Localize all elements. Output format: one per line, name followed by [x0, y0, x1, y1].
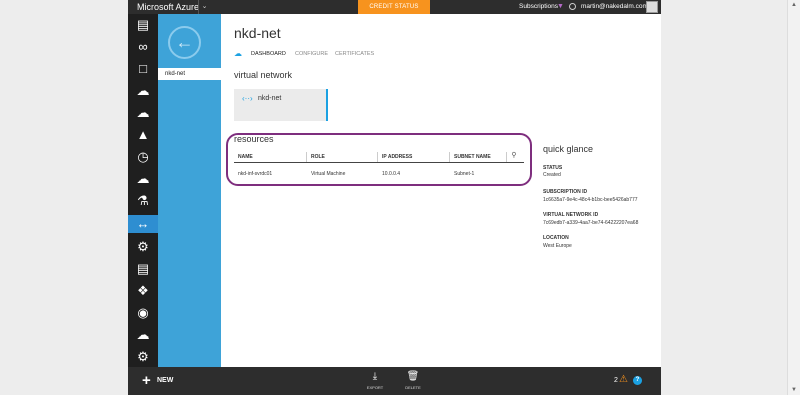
tab-certificates[interactable]: CERTIFICATES: [335, 51, 374, 57]
virtual-network-tile[interactable]: ‹··› nkd-net: [234, 89, 328, 121]
export-label: EXPORT: [366, 385, 384, 390]
all-items-icon[interactable]: ▤: [134, 16, 152, 34]
settings-icon[interactable]: ⚙: [134, 348, 152, 366]
network-icon: ‹··›: [242, 94, 253, 103]
storage-icon[interactable]: ☁: [134, 170, 152, 188]
brand-title[interactable]: Microsoft Azure: [137, 2, 199, 12]
subscription-id-value: 1c6635a7-9e4c-48c4-b1bc-bee5426ab777: [543, 197, 638, 203]
media-services-icon[interactable]: ▤: [134, 260, 152, 278]
cloud-services-icon[interactable]: ☁: [134, 82, 152, 100]
delete-button[interactable]: 🗑 DELETE: [402, 371, 424, 390]
scrollbar[interactable]: ▲ ▼: [787, 0, 800, 395]
column-header-role[interactable]: ROLE: [311, 154, 325, 160]
virtual-network-tile-label: nkd-net: [258, 95, 282, 102]
mobile-services-icon[interactable]: □: [134, 60, 152, 78]
top-bar: Microsoft Azure ⌄ CREDIT STATUS Subscrip…: [128, 0, 661, 14]
main-panel: nkd-net ☁ DASHBOARD CONFIGURE CERTIFICAT…: [221, 14, 661, 367]
export-button[interactable]: ⤓ EXPORT: [364, 371, 386, 390]
notification-count[interactable]: 2: [614, 377, 618, 384]
cloud-storage-icon[interactable]: ☁: [134, 326, 152, 344]
new-button[interactable]: NEW: [157, 377, 173, 384]
globe-icon[interactable]: [569, 3, 576, 10]
column-header-name[interactable]: NAME: [238, 154, 253, 160]
biztalk-icon[interactable]: ◉: [134, 304, 152, 322]
table-header: NAME ROLE IP ADDRESS SUBNET NAME ⚲: [234, 151, 524, 163]
cell-subnet-name: Subnet-1: [454, 171, 475, 177]
tab-dashboard[interactable]: DASHBOARD: [251, 51, 286, 57]
location-value: West Europe: [543, 243, 572, 249]
network-subnav: ← nkd-net: [158, 14, 221, 367]
user-account[interactable]: martin@nakedalm.com: [581, 3, 648, 10]
column-divider: [306, 152, 307, 162]
delete-label: DELETE: [405, 385, 421, 390]
cloud-users-icon: ☁: [234, 49, 242, 58]
scroll-up-icon[interactable]: ▲: [791, 2, 797, 8]
location-label: LOCATION: [543, 235, 569, 241]
subscriptions-link[interactable]: Subscriptions: [519, 3, 558, 10]
virtual-network-id-value: 7c69edb7-a339-4aa7-be74-64222207ea68: [543, 220, 639, 226]
help-icon[interactable]: ?: [633, 376, 642, 385]
traffic-manager-icon[interactable]: ⚙: [134, 238, 152, 256]
warning-icon[interactable]: ⚠: [619, 375, 628, 385]
cell-role: Virtual Machine: [311, 171, 346, 177]
column-header-ip-address[interactable]: IP ADDRESS: [382, 154, 412, 160]
column-divider: [449, 152, 450, 162]
websites-icon[interactable]: ☁: [134, 104, 152, 122]
cell-ip-address: 10.0.0.4: [382, 171, 401, 177]
quick-glance-heading: quick glance: [543, 144, 594, 154]
table-row[interactable]: nkd-inf-svrdc01 Virtual Machine 10.0.0.4…: [234, 163, 524, 183]
status-value: Created: [543, 172, 561, 178]
networks-icon[interactable]: ↔: [128, 215, 158, 233]
virtual-network-heading: virtual network: [234, 70, 293, 80]
service-nav: ▤ ∞ □ ☁ ☁ ▲ ◷ ☁ ⚗ ↔ ⚙ ▤ ❖ ◉ ☁ ⚙: [128, 14, 158, 367]
status-label: STATUS: [543, 165, 563, 171]
credit-status-button[interactable]: CREDIT STATUS: [358, 0, 430, 14]
resources-table: NAME ROLE IP ADDRESS SUBNET NAME ⚲ nkd-i…: [234, 151, 524, 183]
subscription-id-label: SUBSCRIPTION ID: [543, 189, 588, 195]
search-icon[interactable]: ⚲: [508, 151, 520, 162]
plus-icon[interactable]: +: [142, 373, 151, 388]
tab-configure[interactable]: CONFIGURE: [295, 51, 328, 57]
column-divider: [377, 152, 378, 162]
download-icon: ⤓: [372, 371, 378, 382]
subnav-item-nkd-net[interactable]: nkd-net: [158, 68, 221, 80]
avatar[interactable]: [646, 1, 658, 13]
column-divider: [506, 152, 507, 162]
service-bus-icon[interactable]: ❖: [134, 282, 152, 300]
command-bar: + NEW ⤓ EXPORT 🗑 DELETE 2 ⚠ ?: [128, 367, 661, 395]
filter-icon[interactable]: ▼: [557, 3, 564, 10]
visual-studio-icon[interactable]: ∞: [134, 38, 152, 56]
resources-heading: resources: [234, 134, 274, 144]
virtual-network-id-label: VIRTUAL NETWORK ID: [543, 212, 599, 218]
scheduler-icon[interactable]: ◷: [134, 148, 152, 166]
back-arrow-icon[interactable]: ←: [168, 26, 201, 59]
hdinsight-icon[interactable]: ▲: [134, 126, 152, 144]
column-header-subnet-name[interactable]: SUBNET NAME: [454, 154, 491, 160]
scroll-down-icon[interactable]: ▼: [791, 387, 797, 393]
machine-learning-icon[interactable]: ⚗: [134, 192, 152, 210]
cell-name[interactable]: nkd-inf-svrdc01: [238, 171, 272, 177]
trash-icon: 🗑: [406, 371, 420, 382]
chevron-down-icon[interactable]: ⌄: [198, 0, 210, 14]
page-title: nkd-net: [234, 25, 281, 41]
